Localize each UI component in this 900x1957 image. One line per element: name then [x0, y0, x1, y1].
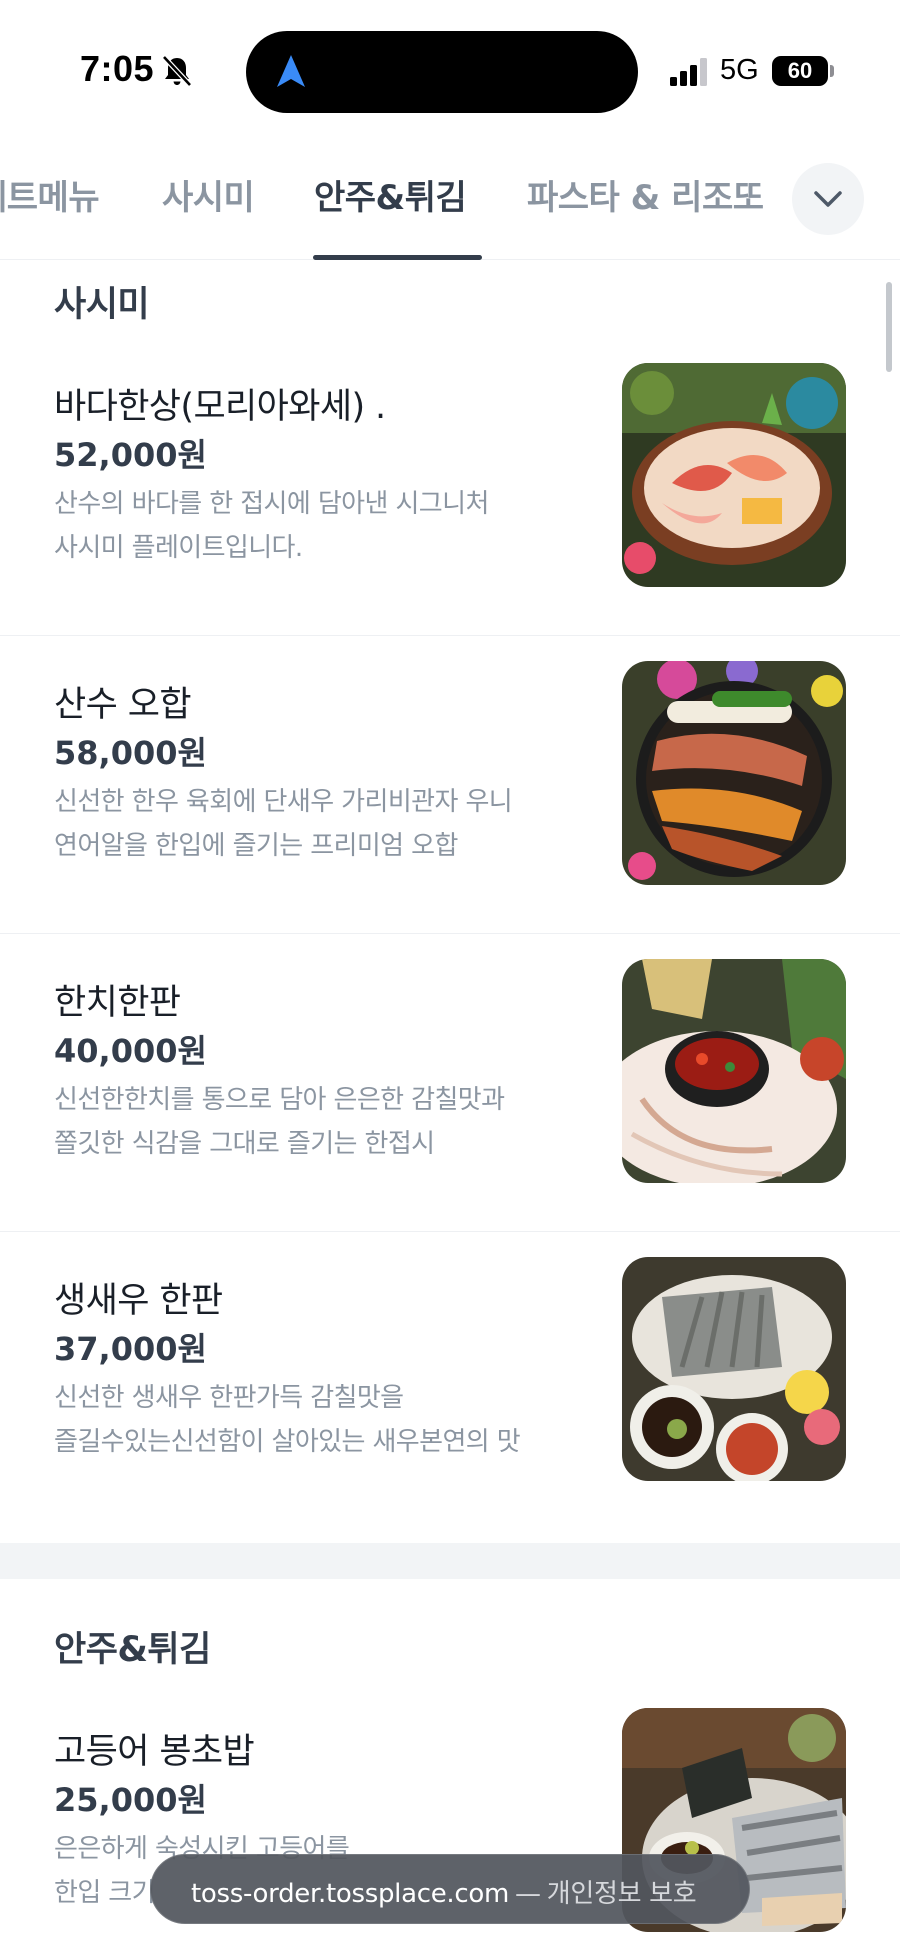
section-title-snacks-fried: 안주&튀김 — [54, 1630, 211, 1670]
chevron-down-icon — [814, 191, 842, 207]
app-root: 7:05 5G 60 세트메뉴 사시미 안주&튀김 파스타 & 리조또 — [0, 0, 900, 1957]
tab-pasta-risotto[interactable]: 파스타 & 리조또 — [527, 170, 764, 219]
menu-item[interactable]: 바다한상(모리아와세) . 52,000원 산수의 바다를 한 접시에 담아낸 … — [0, 338, 900, 636]
dynamic-island — [246, 31, 638, 113]
item-description: 신선한한치를 통으로 담아 은은한 감칠맛과 쫄깃한 식감을 그대로 즐기는 한… — [54, 1078, 574, 1166]
item-name: 한치한판 — [54, 983, 181, 1023]
bell-slash-icon — [162, 55, 192, 87]
category-expand-button[interactable] — [792, 163, 864, 235]
item-name: 생새우 한판 — [54, 1281, 223, 1321]
tab-set-menu[interactable]: 세트메뉴 — [0, 170, 100, 219]
url-separator: — — [515, 1879, 541, 1909]
menu-item[interactable]: 한치한판 40,000원 신선한한치를 통으로 담아 은은한 감칠맛과 쫄깃한 … — [0, 934, 900, 1232]
item-description-line: 신선한한치를 통으로 담아 은은한 감칠맛과 — [54, 1085, 505, 1115]
item-photo — [622, 959, 846, 1183]
item-price: 58,000원 — [54, 734, 207, 772]
section-divider — [0, 1543, 900, 1579]
browser-url-bar[interactable]: toss-order.tossplace.com — 개인정보 보호 — [150, 1854, 750, 1924]
item-price: 52,000원 — [54, 436, 207, 474]
status-bar: 7:05 5G 60 — [0, 0, 900, 140]
item-description: 산수의 바다를 한 접시에 담아낸 시그니처 사시미 플레이트입니다. — [54, 482, 574, 570]
active-tab-indicator — [313, 255, 482, 260]
item-description-line: 사시미 플레이트입니다. — [54, 533, 303, 563]
item-description-line: 산수의 바다를 한 접시에 담아낸 시그니처 — [54, 489, 489, 519]
item-name: 고등어 봉초밥 — [54, 1732, 255, 1772]
section-title-sashimi: 사시미 — [54, 285, 150, 325]
item-price: 25,000원 — [54, 1781, 207, 1819]
signal-icon — [670, 58, 707, 86]
item-name: 바다한상(모리아와세) . — [54, 387, 386, 427]
url-domain: toss-order.tossplace.com — [191, 1879, 510, 1909]
menu-item[interactable]: 생새우 한판 37,000원 신선한 생새우 한판가득 감칠맛을 즐길수있는신선… — [0, 1232, 900, 1530]
battery-icon: 60 — [772, 56, 828, 86]
category-tab-bar: 세트메뉴 사시미 안주&튀김 파스타 & 리조또 — [0, 140, 900, 260]
battery-cap — [830, 65, 834, 77]
menu-item[interactable]: 산수 오합 58,000원 신선한 한우 육회에 단새우 가리비관자 우니 연어… — [0, 636, 900, 934]
item-photo — [622, 1257, 846, 1481]
item-description: 신선한 생새우 한판가득 감칠맛을 즐길수있는신선함이 살아있는 새우본연의 맛 — [54, 1376, 574, 1464]
item-description-line: 신선한 한우 육회에 단새우 가리비관자 우니 — [54, 787, 513, 817]
tab-sashimi[interactable]: 사시미 — [162, 170, 255, 219]
navigation-arrow-icon — [277, 55, 305, 87]
item-description-line: 즐길수있는신선함이 살아있는 새우본연의 맛 — [54, 1427, 521, 1457]
item-price: 37,000원 — [54, 1330, 207, 1368]
item-photo — [622, 363, 846, 587]
item-price: 40,000원 — [54, 1032, 207, 1070]
item-description-line: 신선한 생새우 한판가득 감칠맛을 — [54, 1383, 404, 1413]
url-text: toss-order.tossplace.com — 개인정보 보호 — [191, 1873, 697, 1910]
item-name: 산수 오합 — [54, 685, 192, 725]
battery-level: 60 — [787, 58, 813, 83]
item-photo — [622, 661, 846, 885]
item-description: 신선한 한우 육회에 단새우 가리비관자 우니 연어알을 한입에 즐기는 프리미… — [54, 780, 574, 868]
tab-snacks-fried[interactable]: 안주&튀김 — [314, 170, 467, 219]
status-time: 7:05 — [80, 48, 155, 89]
privacy-label: 개인정보 보호 — [546, 1879, 697, 1909]
network-label: 5G — [720, 54, 759, 86]
item-description-line: 쫄깃한 식감을 그대로 즐기는 한접시 — [54, 1129, 435, 1159]
item-description-line: 연어알을 한입에 즐기는 프리미엄 오합 — [54, 831, 458, 861]
